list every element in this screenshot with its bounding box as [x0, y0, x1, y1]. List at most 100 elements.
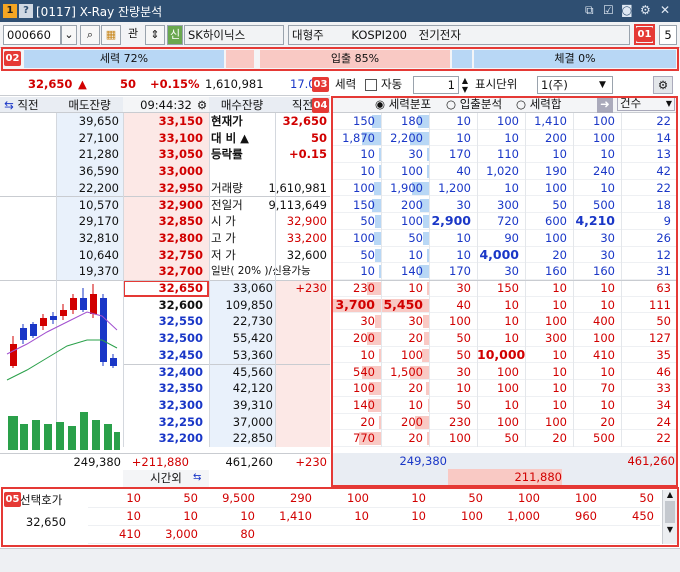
buy-price[interactable]: 32,450	[123, 347, 203, 364]
change-percent: +0.15%	[150, 77, 200, 91]
candle-body	[60, 310, 67, 316]
link-icon[interactable]: ⧉	[585, 3, 594, 18]
sell-price[interactable]: 32,950	[123, 180, 203, 197]
toolbar: 000660 ⌄ ⌕ ▦ 관 ⇕ 신 SK하이닉스 대형주 KOSPI200 전…	[0, 22, 680, 48]
settings-icon[interactable]: ⚙	[653, 76, 673, 94]
sell-price[interactable]: 33,100	[123, 130, 203, 147]
current-price: 32,650	[28, 77, 73, 91]
buy-remain: 39,310	[232, 397, 273, 412]
sell-remain: 32,810	[78, 230, 119, 245]
price-row: 32,650 ▲ 50 +0.15% 1,610,981 17.0 03	[0, 74, 330, 96]
swap-icon[interactable]: ⇆	[193, 470, 201, 487]
buy-prev: +230	[295, 281, 327, 295]
swap-icon[interactable]: ⇆	[2, 97, 16, 113]
volume-bar	[114, 432, 120, 450]
screenshot-icon[interactable]: ◙	[621, 3, 633, 17]
sell-price[interactable]: 33,000	[123, 163, 203, 180]
volume-bar	[44, 424, 52, 450]
divider	[123, 363, 330, 365]
buy-price[interactable]: 32,500	[123, 330, 203, 347]
sell-remain: 19,370	[78, 264, 119, 279]
memo-icon[interactable]: ☑	[603, 3, 614, 17]
info-value: +0.15	[288, 147, 327, 162]
spin-arrows-icon[interactable]: ▲ ▼	[459, 76, 471, 94]
info-value: 33,200	[286, 230, 327, 245]
sell-price[interactable]: 32,800	[123, 230, 203, 247]
sell-remain: 10,640	[78, 247, 119, 262]
up-arrow-icon: ▲	[78, 77, 87, 91]
sell-remain: 21,280	[78, 147, 119, 162]
buy-remain: 37,000	[232, 414, 273, 429]
sell-remain: 39,650	[78, 114, 119, 128]
volume-bar	[104, 424, 112, 450]
buy-remain: 55,420	[232, 331, 273, 346]
candle-body	[30, 324, 37, 336]
status-bar	[0, 548, 680, 572]
sell-remain: 27,100	[78, 130, 119, 145]
grid-line	[123, 113, 124, 447]
buy-price[interactable]: 32,600	[123, 297, 203, 314]
sell-price[interactable]: 32,850	[123, 213, 203, 230]
settings-icon[interactable]: ⚙	[640, 3, 651, 17]
header-buy-remain: 매수잔량	[209, 97, 275, 113]
buy-remain: 109,850	[225, 297, 273, 312]
buy-remain: 53,360	[232, 347, 273, 362]
candle-body	[50, 316, 57, 320]
calendar-icon[interactable]: ▦	[101, 25, 121, 45]
buy-prev	[275, 397, 327, 414]
sector-name: 전기전자	[418, 28, 461, 42]
buy-price[interactable]: 32,200	[123, 430, 203, 447]
sort-icon[interactable]: ⇕	[145, 25, 165, 45]
buy-price[interactable]: 32,300	[123, 397, 203, 414]
info-value: 32,900	[286, 214, 327, 229]
credit-badge: 신	[167, 25, 183, 45]
sell-price[interactable]: 32,700	[123, 263, 203, 280]
buy-price[interactable]: 32,350	[123, 380, 203, 397]
grid-line	[209, 113, 210, 447]
buy-price[interactable]: 32,250	[123, 414, 203, 431]
chevron-down-icon[interactable]: ▼	[599, 77, 606, 94]
control-bar: 세력 자동 1 ▲ ▼ 표시단위 1(주) ▼ ⚙	[333, 74, 677, 96]
search-icon[interactable]: ⌕	[80, 25, 100, 45]
count-selector[interactable]: 5	[659, 25, 677, 45]
totals-row: 249,380 +211,880 461,260 +230	[0, 453, 330, 470]
current-price-highlight	[123, 280, 209, 297]
info-value: 32,650	[282, 114, 327, 128]
candle-body	[100, 298, 107, 362]
stock-code-input[interactable]: 000660	[3, 25, 61, 45]
window-title: [0117] X-Ray 잔량분석	[36, 5, 163, 19]
sell-price[interactable]: 32,750	[123, 247, 203, 264]
close-icon[interactable]: ✕	[660, 3, 670, 17]
volume-bar	[92, 420, 100, 450]
candle-body	[10, 344, 17, 366]
price-change: 50	[120, 77, 137, 91]
sell-price[interactable]: 33,050	[123, 146, 203, 163]
buy-price[interactable]: 32,550	[123, 313, 203, 330]
spin-input[interactable]: 1	[413, 76, 459, 94]
buy-remain: 22,850	[232, 431, 273, 446]
chevron-down-icon[interactable]: ⌄	[61, 25, 77, 45]
gear-icon[interactable]: ⚙	[196, 97, 208, 113]
sell-price[interactable]: 33,150	[123, 113, 203, 130]
candle-body	[20, 328, 27, 340]
stock-name: SK하이닉스	[184, 25, 284, 45]
buy-prev	[275, 430, 327, 447]
window-number-badge[interactable]: 1	[3, 4, 17, 18]
buy-remain: 33,060	[232, 281, 273, 295]
title-bar: 1 ? [0117] X-Ray 잔량분석 ⧉ ☑ ◙ ⚙ ✕	[0, 0, 680, 22]
buy-prev	[275, 364, 327, 381]
candle-body	[90, 294, 97, 314]
buy-price[interactable]: 32,400	[123, 364, 203, 381]
auto-checkbox[interactable]	[365, 79, 377, 91]
gwan-button[interactable]: 관	[123, 25, 143, 45]
help-icon[interactable]: ?	[19, 4, 33, 18]
market-type: 대형주	[292, 28, 324, 42]
stock-info: 대형주 KOSPI200 전기전자	[288, 25, 630, 45]
volume-bar	[80, 412, 88, 450]
auto-label: 자동	[381, 77, 403, 91]
force-label: 세력	[335, 77, 357, 91]
after-hours-row: 시간외 ⇆	[0, 470, 330, 487]
info-value: 9,113,649	[268, 197, 327, 212]
sell-price[interactable]: 32,900	[123, 197, 203, 214]
total-sell-diff: +211,880	[131, 455, 189, 469]
